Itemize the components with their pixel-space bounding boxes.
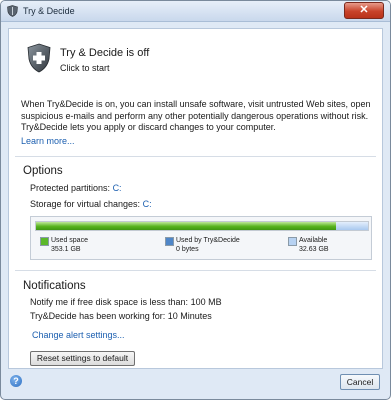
storage-label: Storage for virtual changes:: [30, 199, 141, 209]
close-button[interactable]: ✕: [344, 2, 384, 19]
options-title: Options: [23, 165, 63, 177]
disk-usage-bar: [35, 221, 369, 231]
legend-try-decide: Used by Try&Decide 0 bytes: [165, 236, 240, 254]
description-text: When Try&Decide is on, you can install u…: [21, 99, 371, 132]
reset-settings-button[interactable]: Reset settings to default: [30, 351, 135, 366]
disk-usage-panel: Used space 353.1 GB Used by Try&Decide 0…: [30, 216, 372, 260]
used-space-fill: [36, 222, 336, 230]
legend-label: Used by Try&Decide: [176, 237, 240, 244]
free-space-alert-text: Notify me if free disk space is less tha…: [30, 297, 222, 307]
protected-partitions-label: Protected partitions:: [30, 183, 111, 193]
try-decide-window: Try & Decide ✕ Try & Decide is off Click…: [0, 0, 391, 400]
main-panel: Try & Decide is off Click to start When …: [8, 28, 383, 369]
shield-icon: [27, 43, 51, 73]
available-space-fill: [336, 222, 368, 230]
change-alert-settings-link[interactable]: Change alert settings...: [32, 330, 125, 340]
legend-value: 32.63 GB: [299, 246, 329, 253]
protected-partitions-row: Protected partitions: C:: [30, 183, 122, 193]
legend-label: Available: [299, 237, 328, 244]
help-icon[interactable]: ?: [10, 375, 22, 387]
protected-partitions-link[interactable]: C:: [113, 183, 122, 193]
try-decide-swatch: [165, 237, 174, 246]
legend-value: 0 bytes: [176, 246, 199, 253]
window-title: Try & Decide: [23, 6, 75, 16]
working-time-text: Try&Decide has been working for: 10 Minu…: [30, 311, 212, 321]
available-swatch: [288, 237, 297, 246]
footer: ? Cancel: [1, 368, 390, 399]
cancel-button[interactable]: Cancel: [340, 374, 380, 390]
divider: [15, 156, 376, 157]
legend-value: 353.1 GB: [51, 246, 81, 253]
shield-icon: [7, 5, 18, 17]
used-swatch: [40, 237, 49, 246]
legend-available: Available 32.63 GB: [288, 236, 329, 254]
divider: [15, 270, 376, 271]
storage-row: Storage for virtual changes: C:: [30, 199, 152, 209]
status-title: Try & Decide is off: [60, 47, 150, 59]
storage-link[interactable]: C:: [143, 199, 152, 209]
legend-used: Used space 353.1 GB: [40, 236, 88, 254]
notifications-title: Notifications: [23, 280, 86, 292]
start-link[interactable]: Click to start: [60, 63, 110, 73]
title-bar: Try & Decide ✕: [1, 1, 390, 22]
legend-label: Used space: [51, 237, 88, 244]
learn-more-link[interactable]: Learn more...: [21, 136, 75, 146]
